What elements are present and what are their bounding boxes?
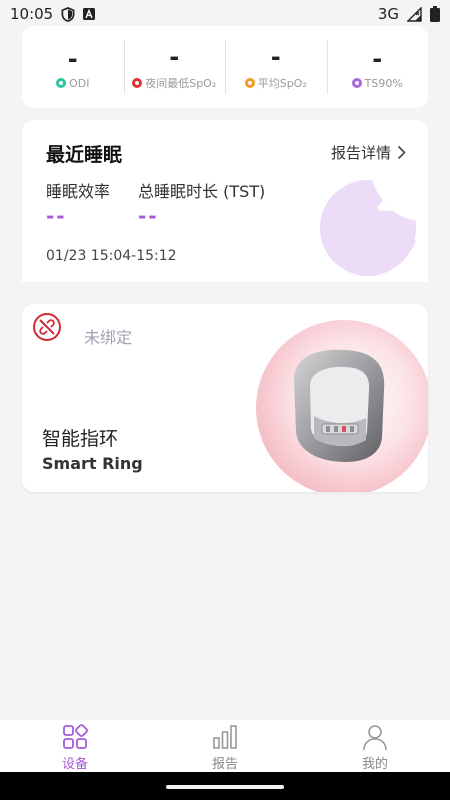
smart-ring-card[interactable]: 未绑定 智能指环 Smart Ring <box>22 304 428 492</box>
tab-device[interactable]: 设备 <box>0 720 150 772</box>
metrics-card: - ODI - 夜间最低SpO₂ - 平均SpO₂ - TS90% <box>22 26 428 108</box>
bar-chart-icon <box>213 725 237 749</box>
report-details-label: 报告详情 <box>330 144 391 162</box>
recent-sleep-card[interactable]: 最近睡眠 报告详情 睡眠效率 -- 总睡眠时长 (TST) -- 01/23 1… <box>22 120 428 282</box>
orange-dot-icon <box>244 78 255 88</box>
device-grid-icon <box>63 724 88 749</box>
tst-value: -- <box>138 204 159 228</box>
sleep-time-range: 01/23 15:04-15:12 <box>46 248 177 264</box>
status-time: 10:05 <box>10 5 54 23</box>
battery-icon <box>430 6 440 22</box>
tab-label: 设备 <box>61 757 88 772</box>
metric-label: 夜间最低SpO₂ <box>145 77 217 90</box>
sleep-card-title: 最近睡眠 <box>46 144 123 166</box>
metric-value: - <box>169 43 180 71</box>
metric-value: - <box>270 43 281 71</box>
metric-value: - <box>372 44 383 73</box>
network-type: 3G <box>377 5 399 23</box>
tab-label: 报告 <box>211 757 238 772</box>
metric-avg-spo2: - 平均SpO₂ <box>225 26 327 108</box>
a-badge-icon <box>83 8 96 20</box>
signal-icon <box>407 6 422 22</box>
smart-ring-image <box>256 320 428 492</box>
device-name: 智能指环 <box>42 428 119 450</box>
sleep-efficiency-label: 睡眠效率 <box>46 182 111 201</box>
person-icon <box>363 725 387 751</box>
metric-label: TS90% <box>364 76 403 90</box>
home-indicator[interactable] <box>166 785 284 789</box>
tab-mine[interactable]: 我的 <box>300 720 450 772</box>
tab-label: 我的 <box>361 757 388 772</box>
bottom-tab-bar: 设备 报告 我的 <box>0 720 450 772</box>
device-status: 未绑定 <box>84 328 133 347</box>
metric-min-spo2: - 夜间最低SpO₂ <box>123 26 226 108</box>
chevron-right-icon <box>397 145 406 160</box>
shield-icon <box>61 6 75 22</box>
tab-report[interactable]: 报告 <box>150 720 300 772</box>
purple-dot-icon <box>351 78 362 88</box>
sleep-efficiency-value: -- <box>46 204 67 228</box>
report-details-link[interactable]: 报告详情 <box>331 142 406 163</box>
device-name-en: Smart Ring <box>42 454 143 473</box>
moon-z-icon <box>320 180 416 276</box>
status-bar: 10:05 3G <box>0 0 450 28</box>
metric-label: ODI <box>69 76 90 90</box>
metric-odi: - ODI <box>22 26 124 108</box>
metric-value: - <box>67 44 78 73</box>
tst-label: 总睡眠时长 (TST) <box>138 182 266 201</box>
unlink-icon <box>33 313 61 341</box>
green-dot-icon <box>56 78 67 88</box>
metric-label: 平均SpO₂ <box>257 77 307 90</box>
red-dot-icon <box>132 78 143 88</box>
metric-ts90: - TS90% <box>326 26 429 108</box>
